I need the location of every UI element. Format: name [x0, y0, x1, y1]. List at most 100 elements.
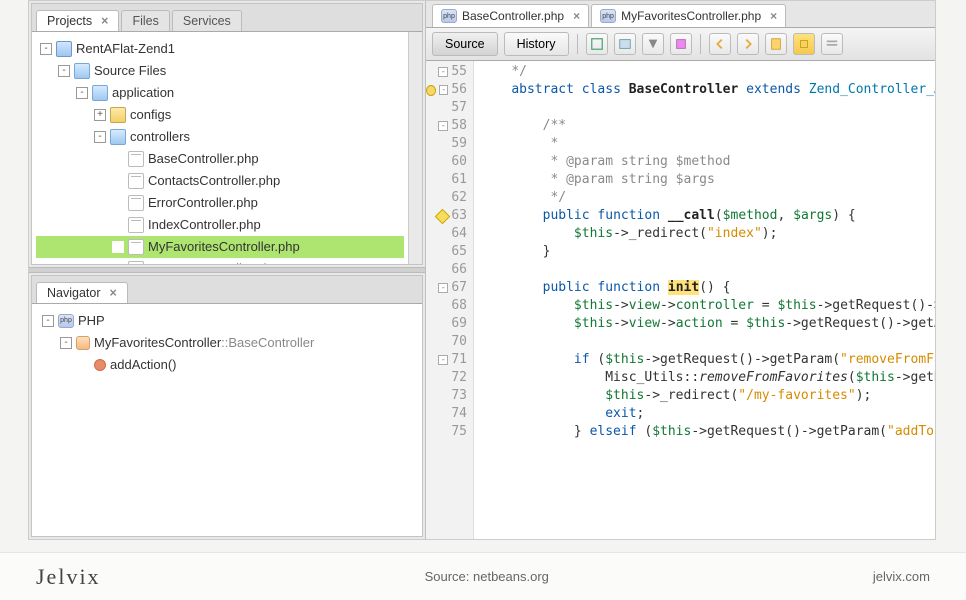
highlight-icon[interactable] — [793, 33, 815, 55]
toolbar-icon-1[interactable] — [586, 33, 608, 55]
tree-label: MyFavoritesController.php — [148, 237, 300, 257]
nav-back-icon[interactable] — [709, 33, 731, 55]
editor-tab[interactable]: phpBaseController.php× — [432, 4, 589, 27]
tab-services[interactable]: Services — [172, 10, 242, 31]
line-number: 60 — [451, 153, 467, 171]
scrollbar[interactable] — [408, 32, 422, 264]
collapse-icon[interactable]: - — [40, 43, 52, 55]
code-line[interactable] — [480, 99, 929, 117]
collapse-icon[interactable]: - — [58, 65, 70, 77]
close-icon[interactable]: × — [770, 9, 777, 23]
code-line[interactable]: $this->view->controller = $this->getRequ… — [480, 297, 929, 315]
expand-icon[interactable]: + — [94, 109, 106, 121]
navigator-panel: Navigator × -phpPHP-MyFavoritesControlle… — [31, 275, 423, 537]
code-line[interactable]: public function init() { — [480, 279, 929, 297]
toolbar-icon-more[interactable] — [821, 33, 843, 55]
code-content[interactable]: */ abstract class BaseController extends… — [474, 61, 935, 539]
toolbar-icon-2[interactable] — [614, 33, 636, 55]
code-line[interactable]: * @param string $args — [480, 171, 929, 189]
tree-controllers[interactable]: -controllers — [36, 126, 404, 148]
fold-icon[interactable]: - — [438, 121, 448, 131]
navigator-panel-tabs: Navigator × — [32, 276, 422, 304]
close-icon[interactable]: × — [101, 14, 108, 28]
code-line[interactable]: public function __call($method, $args) { — [480, 207, 929, 225]
code-line[interactable]: $this->view->action = $this->getRequest(… — [480, 315, 929, 333]
gutter-row: 57 — [426, 99, 469, 117]
nav-bookmark-icon[interactable] — [765, 33, 787, 55]
code-line[interactable]: */ — [480, 63, 929, 81]
ide-frame: Projects×FilesServices -RentAFlat-Zend1-… — [28, 0, 936, 540]
code-line[interactable]: } — [480, 243, 929, 261]
tree-file[interactable]: ContactsController.php — [36, 170, 404, 192]
nav-php-root[interactable]: -phpPHP — [38, 310, 416, 332]
tree-file[interactable]: PropertyController.php — [36, 258, 404, 264]
collapse-icon[interactable]: - — [60, 337, 72, 349]
code-line[interactable]: Misc_Utils::removeFromFavorites($this->g… — [480, 369, 929, 387]
tab-navigator[interactable]: Navigator × — [36, 282, 128, 303]
nav-forward-icon[interactable] — [737, 33, 759, 55]
tree-configs[interactable]: +configs — [36, 104, 404, 126]
code-line[interactable]: * @param string $method — [480, 153, 929, 171]
tab-projects[interactable]: Projects× — [36, 10, 119, 31]
tree-application[interactable]: -application — [36, 82, 404, 104]
code-line[interactable]: $this->_redirect("index"); — [480, 225, 929, 243]
navigator-tree[interactable]: -phpPHP-MyFavoritesController::BaseContr… — [32, 304, 422, 382]
project-tree[interactable]: -RentAFlat-Zend1-Source Files-applicatio… — [32, 32, 408, 264]
tree-root[interactable]: -RentAFlat-Zend1 — [36, 38, 404, 60]
code-line[interactable]: $this->_redirect("/my-favorites"); — [480, 387, 929, 405]
source-attribution: Source: netbeans.org — [425, 569, 549, 584]
separator — [700, 34, 701, 54]
warning-icon[interactable] — [435, 208, 451, 224]
split-bar[interactable] — [29, 267, 425, 273]
code-line[interactable]: if ($this->getRequest()->getParam("remov… — [480, 351, 929, 369]
code-line[interactable]: */ — [480, 189, 929, 207]
code-line[interactable]: * — [480, 135, 929, 153]
editor-tab[interactable]: phpMyFavoritesController.php× — [591, 4, 786, 27]
tree-file[interactable]: BaseController.php — [36, 148, 404, 170]
tree-file[interactable]: ErrorController.php — [36, 192, 404, 214]
toolbar-icon-3[interactable] — [642, 33, 664, 55]
tree-file[interactable]: MyFavoritesController.php — [36, 236, 404, 258]
code-line[interactable]: exit; — [480, 405, 929, 423]
nav-class[interactable]: - MyFavoritesController::BaseController — [38, 332, 416, 354]
tree-source-files[interactable]: -Source Files — [36, 60, 404, 82]
line-number: 63 — [451, 207, 467, 225]
tree-file[interactable]: IndexController.php — [36, 214, 404, 236]
code-line[interactable]: abstract class BaseController extends Ze… — [480, 81, 929, 99]
php-icon: php — [600, 9, 616, 23]
code-line[interactable]: } elseif ($this->getRequest()->getParam(… — [480, 423, 929, 441]
history-button[interactable]: History — [504, 32, 569, 56]
left-pane: Projects×FilesServices -RentAFlat-Zend1-… — [29, 1, 425, 539]
line-number: 62 — [451, 189, 467, 207]
nav-method[interactable]: addAction() — [38, 354, 416, 376]
gutter-row: -58 — [426, 117, 469, 135]
collapse-icon[interactable]: - — [76, 87, 88, 99]
collapse-icon[interactable]: - — [94, 131, 106, 143]
fold-icon[interactable]: - — [438, 355, 448, 365]
editor-pane: phpBaseController.php×phpMyFavoritesCont… — [425, 1, 935, 539]
nav-label: MyFavoritesController::BaseController — [94, 333, 314, 353]
code-line[interactable] — [480, 261, 929, 279]
fold-icon[interactable]: - — [438, 283, 448, 293]
folder-icon — [110, 107, 126, 123]
hint-icon[interactable] — [426, 85, 436, 96]
tree-label: ErrorController.php — [148, 193, 258, 213]
code-line[interactable]: /** — [480, 117, 929, 135]
fold-icon[interactable]: - — [439, 85, 448, 95]
fold-icon[interactable]: - — [438, 67, 448, 77]
code-editor[interactable]: -55-5657-585960616263646566-67686970-717… — [426, 61, 935, 539]
tree-label: BaseController.php — [148, 149, 259, 169]
toolbar-icon-4[interactable] — [670, 33, 692, 55]
source-button[interactable]: Source — [432, 32, 498, 56]
collapse-icon[interactable]: - — [42, 315, 54, 327]
doc-icon — [128, 217, 144, 233]
line-number: 65 — [451, 243, 467, 261]
method-icon — [94, 359, 106, 371]
code-line[interactable] — [480, 333, 929, 351]
close-icon[interactable]: × — [573, 9, 580, 23]
pkg-icon — [92, 85, 108, 101]
close-icon[interactable]: × — [110, 286, 117, 300]
proj-icon — [56, 41, 72, 57]
php-icon: php — [441, 9, 457, 23]
tab-files[interactable]: Files — [121, 10, 169, 31]
